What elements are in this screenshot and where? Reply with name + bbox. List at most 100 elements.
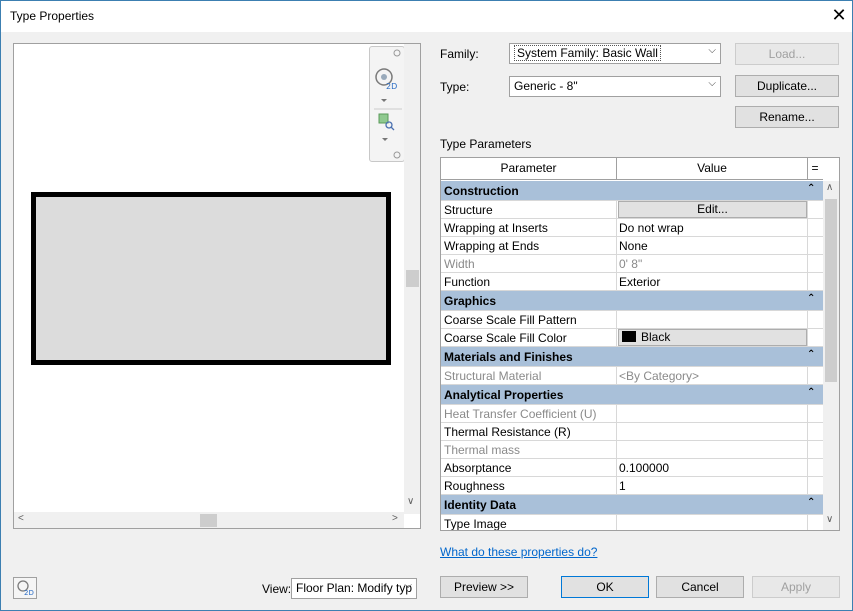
rename-button[interactable]: Rename... (735, 106, 839, 128)
parameter-row[interactable]: Coarse Scale Fill Pattern (441, 311, 823, 329)
2d-view-button[interactable]: 2D (13, 577, 37, 599)
preview-pane[interactable]: 2D ∨ < > (13, 43, 421, 529)
category-title: Materials and Finishes (444, 350, 573, 364)
2d-view-icon: 2D (17, 580, 34, 597)
parameter-name: Width (444, 257, 475, 271)
edit-structure-button[interactable]: Edit... (618, 201, 807, 218)
parameter-name: Roughness (444, 479, 505, 493)
close-icon[interactable]: ✕ (827, 4, 851, 28)
category-header[interactable]: Graphics ⌃ (441, 291, 823, 311)
category-header[interactable]: Analytical Properties ⌃ (441, 385, 823, 405)
family-select[interactable]: System Family: Basic Wall ⌵ (509, 43, 721, 64)
category-title: Construction (444, 184, 519, 198)
wall-preview (31, 192, 391, 365)
collapse-icon[interactable]: ⌃ (807, 183, 815, 194)
scroll-down-icon[interactable]: ∨ (407, 496, 414, 507)
scroll-left-icon[interactable]: < (18, 513, 24, 524)
type-properties-dialog: Type Properties ✕ 2D ∨ < > Family: Syste… (0, 0, 853, 611)
preview-button[interactable]: Preview >> (440, 576, 528, 598)
parameter-row[interactable]: Type Image (441, 515, 823, 531)
category-title: Analytical Properties (444, 388, 564, 402)
parameter-name: Heat Transfer Coefficient (U) (444, 407, 597, 421)
grid-header: Parameter Value = (441, 158, 823, 180)
preview-vertical-scrollbar[interactable]: ∨ (404, 44, 420, 514)
parameter-name: Thermal mass (444, 443, 521, 457)
parameter-row[interactable]: Heat Transfer Coefficient (U) (441, 405, 823, 423)
parameter-row[interactable]: Roughness 1 (441, 477, 823, 495)
parameter-name: Type Image (444, 517, 507, 531)
parameter-row[interactable]: Wrapping at Inserts Do not wrap (441, 219, 823, 237)
navigation-bar-icons: 2D (374, 49, 402, 159)
ok-button[interactable]: OK (561, 576, 649, 598)
parameter-row[interactable]: Width 0' 8" (441, 255, 823, 273)
category-header[interactable]: Identity Data ⌃ (441, 495, 823, 515)
apply-button[interactable]: Apply (752, 576, 840, 598)
chevron-down-icon: ⌵ (708, 45, 716, 56)
collapse-icon[interactable]: ⌃ (807, 497, 815, 508)
collapse-icon[interactable]: ⌃ (807, 293, 815, 304)
parameter-value[interactable]: <By Category> (619, 369, 809, 383)
cancel-button[interactable]: Cancel (656, 576, 744, 598)
svg-text:2D: 2D (24, 589, 34, 597)
parameter-value[interactable]: Do not wrap (619, 221, 809, 235)
parameter-row[interactable]: Thermal mass (441, 441, 823, 459)
parameter-name: Wrapping at Ends (444, 239, 540, 253)
parameter-name: Absorptance (444, 461, 512, 475)
navigation-wheel-icon: 2D (375, 68, 397, 91)
chevron-down-icon: ⌵ (708, 78, 716, 89)
category-title: Graphics (444, 294, 497, 308)
parameter-name: Coarse Scale Fill Pattern (444, 313, 577, 327)
column-header-parameter[interactable]: Parameter (441, 158, 617, 180)
parameter-value[interactable]: 1 (619, 479, 809, 493)
grid-vertical-scrollbar[interactable]: ∧ ∨ (823, 181, 839, 530)
parameter-value[interactable]: 0' 8" (619, 257, 809, 271)
parameter-row[interactable]: Structural Material <By Category> (441, 367, 823, 385)
type-parameters-label: Type Parameters (440, 137, 532, 151)
title-bar: Type Properties ✕ (1, 1, 852, 32)
parameter-value[interactable]: None (619, 239, 809, 253)
parameter-value[interactable]: 0.100000 (619, 461, 809, 475)
type-select[interactable]: Generic - 8" ⌵ (509, 76, 721, 97)
parameter-row[interactable]: Thermal Resistance (R) (441, 423, 823, 441)
zoom-region-icon (378, 113, 395, 131)
color-name: Black (641, 330, 671, 344)
scroll-down-icon[interactable]: ∨ (826, 514, 833, 525)
type-label: Type: (440, 80, 470, 94)
parameter-row[interactable]: Wrapping at Ends None (441, 237, 823, 255)
navigation-bar: 2D (369, 46, 405, 162)
scroll-right-icon[interactable]: > (392, 513, 398, 524)
color-swatch (622, 331, 636, 342)
fill-color-button[interactable]: Black (618, 329, 807, 346)
view-value: Floor Plan: Modify typ (296, 581, 413, 595)
parameter-row[interactable]: Function Exterior (441, 273, 823, 291)
preview-horizontal-scrollbar[interactable]: < > (14, 512, 404, 528)
scroll-up-icon[interactable]: ∧ (826, 182, 833, 193)
type-parameters-grid: Parameter Value = Construction ⌃ Structure… (440, 157, 840, 531)
collapse-icon[interactable]: ⌃ (807, 387, 815, 398)
view-select[interactable]: Floor Plan: Modify typ ⌵ (291, 578, 417, 599)
parameter-row[interactable]: Absorptance 0.100000 (441, 459, 823, 477)
parameter-row[interactable]: Coarse Scale Fill Color Black (441, 329, 823, 347)
category-header[interactable]: Construction ⌃ (441, 181, 823, 201)
parameter-name: Coarse Scale Fill Color (444, 331, 567, 345)
category-header[interactable]: Materials and Finishes ⌃ (441, 347, 823, 367)
family-value: System Family: Basic Wall (514, 45, 661, 61)
help-link[interactable]: What do these properties do? (440, 545, 597, 559)
parameter-name: Wrapping at Inserts (444, 221, 548, 235)
duplicate-button[interactable]: Duplicate... (735, 75, 839, 97)
parameter-row[interactable]: Structure Edit... (441, 201, 823, 219)
load-button[interactable]: Load... (735, 43, 839, 65)
grid-vertical-thumb[interactable] (825, 199, 837, 382)
preview-vertical-thumb[interactable] (406, 270, 419, 287)
column-header-extra[interactable]: = (808, 158, 822, 180)
parameter-name: Structure (444, 203, 493, 217)
parameter-name: Thermal Resistance (R) (444, 425, 571, 439)
collapse-icon[interactable]: ⌃ (807, 349, 815, 360)
view-label: View: (262, 582, 292, 596)
column-header-value[interactable]: Value (617, 158, 808, 180)
type-value: Generic - 8" (514, 79, 578, 93)
chevron-down-icon: ⌵ (404, 580, 412, 591)
parameter-name: Function (444, 275, 491, 289)
preview-horizontal-thumb[interactable] (200, 514, 217, 527)
parameter-value[interactable]: Exterior (619, 275, 809, 289)
